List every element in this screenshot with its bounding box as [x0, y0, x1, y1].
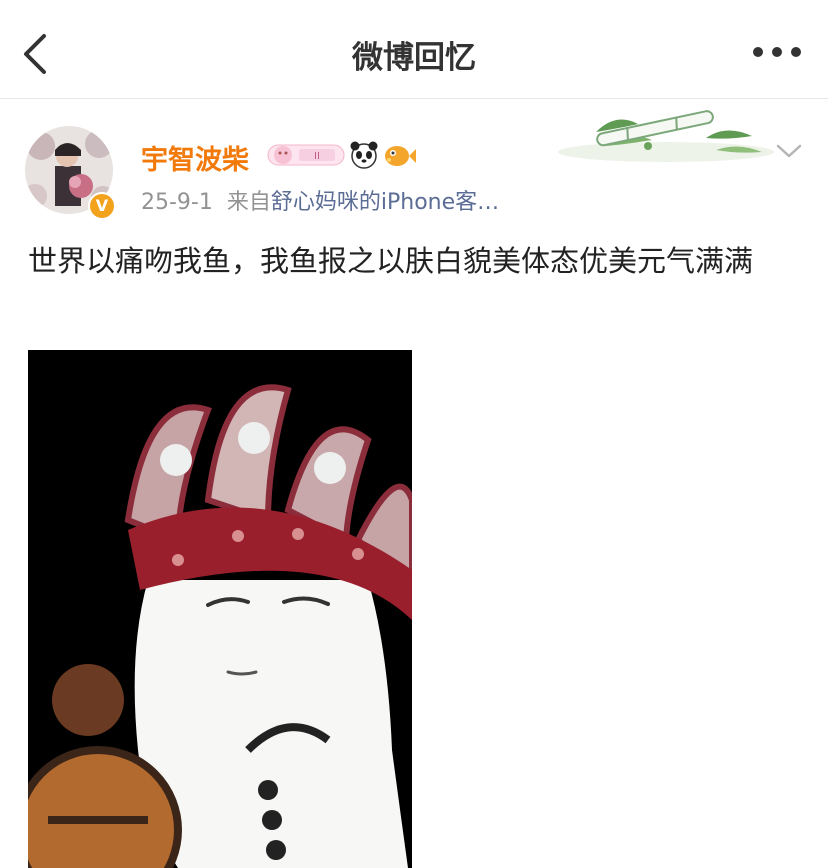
bamboo-flute-decoration: [558, 110, 774, 162]
more-dots-icon[interactable]: [752, 42, 802, 62]
verified-badge-icon: V: [88, 192, 116, 220]
post-image[interactable]: [28, 350, 412, 868]
panda-icon: [350, 141, 378, 169]
chevron-down-icon[interactable]: [774, 140, 804, 162]
page-title: 微博回忆: [352, 40, 476, 76]
source-prefix: 来自: [226, 190, 271, 215]
username[interactable]: 宇智波柴: [141, 138, 249, 177]
post-date: 25-9-1: [141, 190, 213, 215]
meme-illustration: [28, 350, 412, 868]
post-text: 世界以痛吻我鱼，我鱼报之以肤白貌美体态优美元气满满: [28, 244, 754, 278]
post-meta: 25-9-1 来自舒心妈咪的iPhone客…: [141, 184, 499, 216]
svg-text:II: II: [314, 151, 320, 162]
navigation-bar: 微博回忆: [0, 0, 828, 99]
member-badge-icon: II: [267, 144, 345, 166]
user-badges: II: [267, 139, 417, 171]
pufferfish-icon: [385, 146, 416, 166]
source-name[interactable]: 舒心妈咪的iPhone客…: [271, 190, 499, 215]
